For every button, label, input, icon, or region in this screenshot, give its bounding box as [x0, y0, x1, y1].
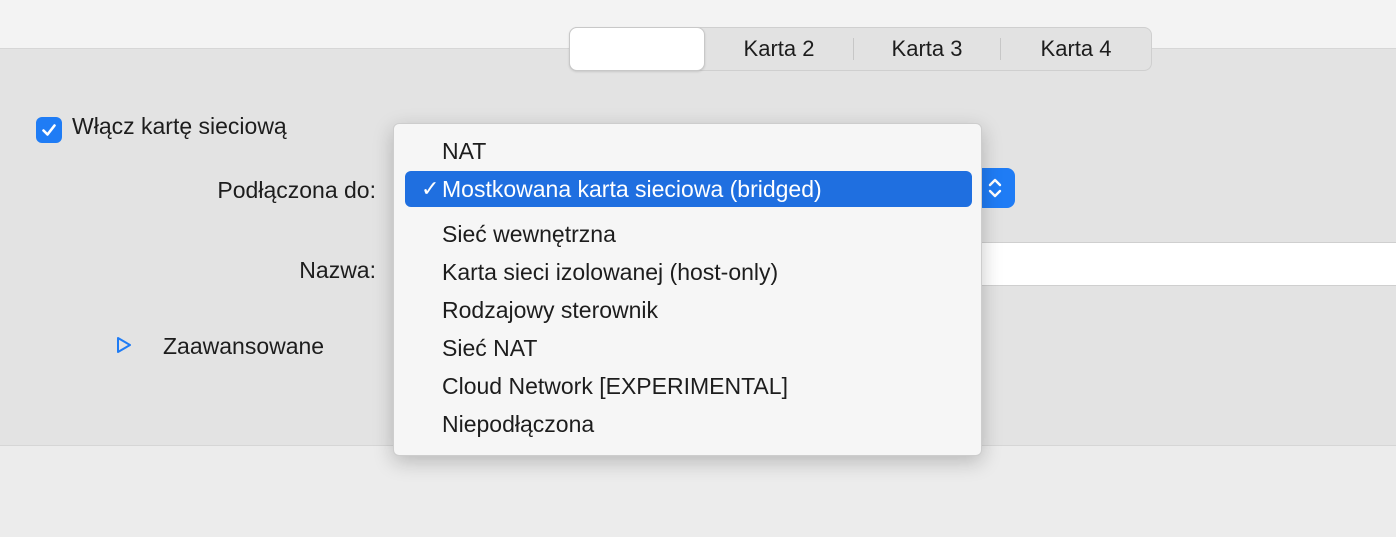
menu-item-nat-network[interactable]: Sieć NAT: [394, 330, 981, 366]
menu-item-label: Niepodłączona: [442, 411, 595, 437]
menu-item-generic-driver[interactable]: Rodzajowy sterownik: [394, 292, 981, 328]
menu-item-label: Sieć NAT: [442, 335, 538, 361]
checkmark-icon: ✓: [421, 176, 440, 201]
menu-item-cloud-network[interactable]: Cloud Network [EXPERIMENTAL]: [394, 368, 981, 404]
menu-item-label: NAT: [442, 138, 487, 164]
name-field[interactable]: [980, 242, 1396, 286]
menu-item-host-only[interactable]: Karta sieci izolowanej (host-only): [394, 254, 981, 290]
name-label: Nazwa:: [299, 257, 376, 283]
menu-item-label: Rodzajowy sterownik: [442, 297, 659, 323]
chevron-updown-icon: [988, 178, 1002, 198]
attached-to-label: Podłączona do:: [217, 177, 376, 203]
attached-to-dropdown-menu: NAT ✓ Mostkowana karta sieciowa (bridged…: [393, 123, 982, 456]
menu-item-label: Mostkowana karta sieciowa (bridged): [442, 176, 822, 202]
menu-item-internal[interactable]: Sieć wewnętrzna: [394, 216, 981, 252]
menu-item-not-attached[interactable]: Niepodłączona: [394, 406, 981, 442]
menu-item-nat[interactable]: NAT: [394, 133, 981, 169]
tab-adapter-2[interactable]: Karta 2: [705, 28, 853, 70]
disclosure-triangle-icon[interactable]: [116, 336, 132, 354]
menu-item-label: Cloud Network [EXPERIMENTAL]: [442, 373, 788, 399]
advanced-section-toggle[interactable]: Zaawansowane: [163, 333, 324, 360]
menu-item-label: Sieć wewnętrzna: [442, 221, 616, 247]
checkmark-icon: [42, 124, 56, 136]
tab-adapter-4[interactable]: Karta 4: [1001, 28, 1151, 70]
enable-adapter-checkbox[interactable]: [36, 117, 62, 143]
menu-item-label: Karta sieci izolowanej (host-only): [442, 259, 779, 285]
bottom-area: [0, 446, 1396, 537]
tab-adapter-3[interactable]: Karta 3: [854, 28, 1000, 70]
enable-adapter-label[interactable]: Włącz kartę sieciową: [72, 113, 287, 140]
menu-item-bridged[interactable]: ✓ Mostkowana karta sieciowa (bridged): [405, 171, 972, 207]
adapter-tabs: Karta 2 Karta 3 Karta 4: [569, 26, 1152, 71]
tab-adapter-1[interactable]: [569, 26, 705, 71]
